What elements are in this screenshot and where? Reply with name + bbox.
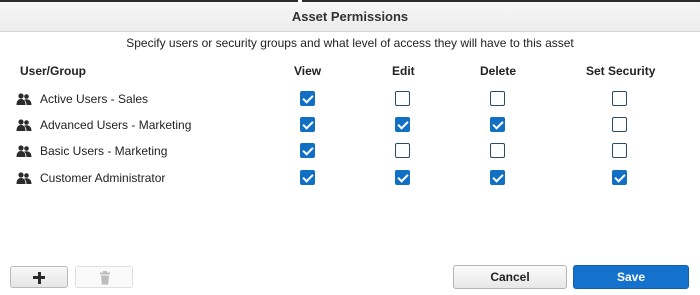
column-header-view: View: [294, 64, 322, 78]
add-user-button[interactable]: [10, 266, 68, 288]
column-header-set-security: Set Security: [586, 64, 656, 78]
dialog-subtitle: Specify users or security groups and wha…: [126, 36, 574, 50]
permissions-table-header: User/Group View Edit Delete Set Security: [0, 64, 700, 80]
user-group-name: Customer Administrator: [40, 171, 166, 185]
asset-permissions-dialog: Asset Permissions Specify users or secur…: [0, 0, 700, 295]
view-checkbox[interactable]: [300, 117, 315, 132]
edit-checkbox[interactable]: [395, 117, 410, 132]
column-header-delete: Delete: [480, 64, 517, 78]
user-group-icon: [16, 93, 32, 105]
user-group-icon: [16, 119, 32, 131]
dialog-titlebar: Asset Permissions: [0, 0, 700, 32]
trash-icon: [100, 271, 110, 285]
cancel-button[interactable]: Cancel: [453, 265, 567, 289]
view-checkbox[interactable]: [300, 91, 315, 106]
dialog-title: Asset Permissions: [291, 9, 409, 24]
user-group-name: Active Users - Sales: [40, 92, 149, 106]
dialog-footer: Cancel Save: [0, 264, 700, 292]
column-header-user-group: User/Group: [20, 64, 87, 78]
user-group-icon: [16, 145, 32, 157]
titlebar-top-border: [0, 0, 700, 2]
user-group-name: Basic Users - Marketing: [40, 144, 168, 158]
set-security-checkbox[interactable]: [612, 143, 627, 158]
permission-row: Advanced Users - Marketing: [0, 115, 700, 137]
remove-user-button[interactable]: [75, 266, 133, 288]
set-security-checkbox[interactable]: [612, 91, 627, 106]
permission-row: Customer Administrator: [0, 168, 700, 190]
view-checkbox[interactable]: [300, 170, 315, 185]
user-group-name: Advanced Users - Marketing: [40, 118, 192, 132]
edit-checkbox[interactable]: [395, 170, 410, 185]
delete-checkbox[interactable]: [490, 143, 505, 158]
edit-checkbox[interactable]: [395, 143, 410, 158]
set-security-checkbox[interactable]: [612, 170, 627, 185]
column-header-edit: Edit: [392, 64, 415, 78]
delete-checkbox[interactable]: [490, 170, 505, 185]
permission-row: Basic Users - Marketing: [0, 141, 700, 163]
view-checkbox[interactable]: [300, 143, 315, 158]
edit-checkbox[interactable]: [395, 91, 410, 106]
user-group-icon: [16, 172, 32, 184]
save-button[interactable]: Save: [573, 265, 689, 289]
set-security-checkbox[interactable]: [612, 117, 627, 132]
delete-checkbox[interactable]: [490, 117, 505, 132]
delete-checkbox[interactable]: [490, 91, 505, 106]
permission-row: Active Users - Sales: [0, 89, 700, 111]
